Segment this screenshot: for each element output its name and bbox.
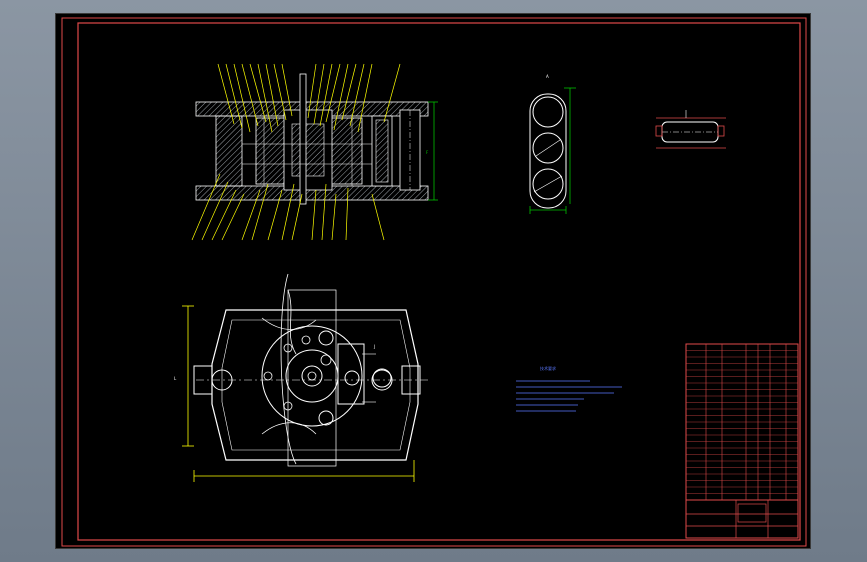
notes-title: 技术要求 — [540, 365, 556, 371]
cad-drawing-viewport[interactable]: F A L J 技术要求 — [55, 13, 811, 549]
section-dimension-label: F — [426, 150, 429, 155]
drawing-frame — [61, 17, 807, 547]
plan-dimensions — [182, 305, 415, 482]
detail-dimensions — [529, 87, 576, 214]
section-height-dimension — [428, 101, 438, 201]
part-view — [655, 110, 726, 149]
detail-view — [529, 93, 567, 209]
detail-view-label: A — [546, 74, 549, 79]
bom-rows — [686, 350, 798, 494]
section-view — [195, 73, 429, 205]
plan-left-label: L — [174, 376, 177, 381]
plan-view — [193, 273, 428, 467]
technical-notes: 技术要求 — [516, 365, 622, 412]
title-block — [685, 343, 799, 539]
plan-right-label: J — [373, 344, 375, 349]
